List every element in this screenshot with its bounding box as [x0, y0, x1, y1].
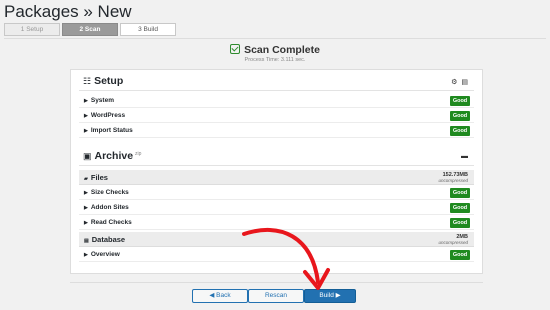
step-build[interactable]: 3 Build [120, 23, 176, 36]
archive-format: zip [135, 150, 142, 157]
checklist-icon: ☷ [83, 76, 92, 86]
document-icon[interactable]: ▤ [461, 79, 472, 86]
database-size-note: uncompressed [438, 240, 468, 245]
caret-right-icon: ▶ [84, 113, 88, 119]
files-row-size-checks[interactable]: ▶ Size Checks Good [79, 186, 474, 200]
folder-icon: ▰ [84, 176, 88, 182]
settings-icon[interactable]: ⚙ [451, 79, 461, 86]
archive-title: Archive [94, 150, 134, 162]
build-button[interactable]: Build ▶ [304, 289, 356, 303]
status-badge: Good [450, 218, 470, 228]
database-row-overview[interactable]: ▶ Overview Good [79, 248, 474, 262]
caret-right-icon: ▶ [84, 220, 88, 226]
wizard-steps: 1 Setup 2 Scan 3 Build [4, 23, 176, 36]
page-title: Packages » New [4, 2, 132, 21]
file-icon: ▣ [83, 151, 92, 161]
files-size-note: uncompressed [438, 178, 468, 183]
back-button[interactable]: ◀ Back [192, 289, 248, 303]
setup-section-header: ☷ Setup ⚙▤ [79, 73, 474, 91]
status-badge: Good [450, 203, 470, 213]
setup-row-wordpress[interactable]: ▶ WordPress Good [79, 109, 474, 123]
files-row-addon-sites[interactable]: ▶ Addon Sites Good [79, 201, 474, 215]
archive-section-header: ▣ Archive zip ▬ [79, 148, 474, 166]
database-group-header: ▤ Database 2MB uncompressed [79, 232, 474, 247]
status-badge: Good [450, 96, 470, 106]
caret-right-icon: ▶ [84, 190, 88, 196]
caret-right-icon: ▶ [84, 98, 88, 104]
status-badge: Good [450, 188, 470, 198]
step-setup[interactable]: 1 Setup [4, 23, 60, 36]
footer-divider [70, 282, 483, 283]
caret-right-icon: ▶ [84, 252, 88, 258]
status-badge: Good [450, 126, 470, 136]
setup-row-import-status[interactable]: ▶ Import Status Good [79, 124, 474, 138]
files-row-read-checks[interactable]: ▶ Read Checks Good [79, 216, 474, 230]
divider [4, 38, 546, 39]
scan-title-text: Scan Complete [244, 44, 320, 56]
caret-right-icon: ▶ [84, 205, 88, 211]
files-group-header: ▰ Files 152.73MB uncompressed [79, 170, 474, 185]
process-time: Process Time: 3.111 sec. [244, 57, 306, 63]
setup-row-system[interactable]: ▶ System Good [79, 94, 474, 108]
check-icon [230, 44, 241, 54]
rescan-button[interactable]: Rescan [248, 289, 304, 303]
scan-results-panel: ☷ Setup ⚙▤ ▶ System Good ▶ WordPress Good ▶… [70, 69, 483, 274]
caret-right-icon: ▶ [84, 128, 88, 134]
step-scan: 2 Scan [62, 23, 118, 36]
window-icon[interactable]: ▬ [461, 153, 472, 160]
database-icon: ▤ [84, 238, 89, 244]
setup-title: Setup [94, 75, 124, 87]
status-badge: Good [450, 250, 470, 260]
status-badge: Good [450, 111, 470, 121]
scan-complete-heading: Scan Complete [0, 44, 550, 56]
